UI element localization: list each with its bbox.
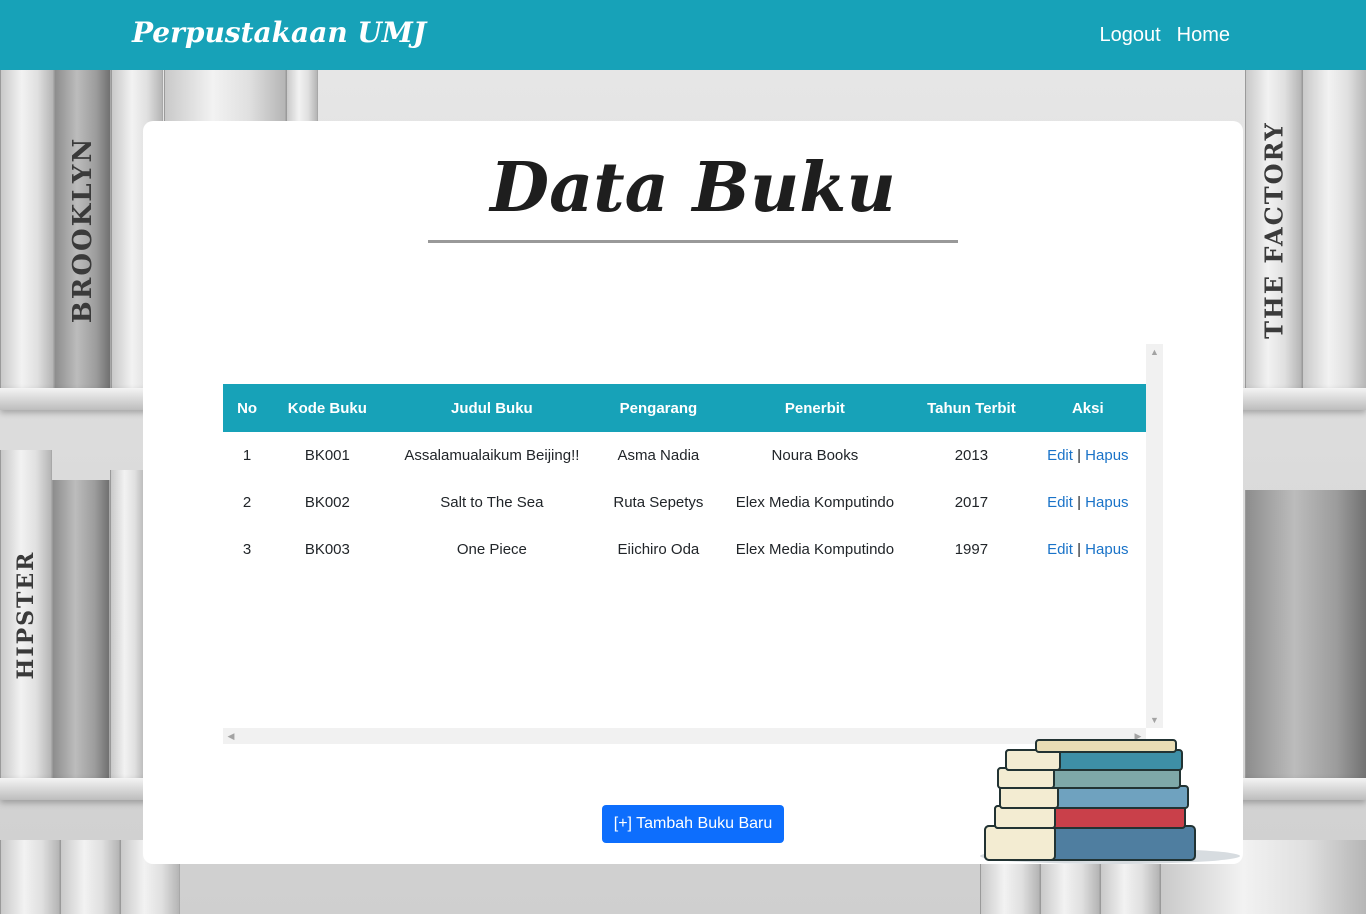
title-divider [428, 240, 958, 243]
book-spine [60, 840, 120, 914]
scroll-up-icon[interactable]: ▲ [1146, 344, 1163, 360]
cell-tahun: 1997 [954, 541, 989, 558]
logout-link[interactable]: Logout [1099, 24, 1160, 47]
edit-link[interactable]: Edit [1047, 447, 1073, 464]
book-spine: HIPSTER [0, 450, 52, 780]
edit-link[interactable]: Edit [1047, 494, 1073, 511]
edit-link[interactable]: Edit [1047, 541, 1073, 558]
cell-kode: BK002 [304, 494, 350, 511]
action-separator: | [1077, 541, 1081, 558]
cell-tahun: 2017 [954, 494, 989, 511]
col-header-judul-buku: Judul Buku [383, 384, 601, 432]
nav-links: Logout Home [1099, 24, 1230, 47]
cell-no: 2 [242, 494, 252, 511]
cell-aksi: Edit | Hapus [1030, 432, 1146, 479]
table-row: 1 BK001 Assalamualaikum Beijing!! Asma N… [223, 432, 1146, 479]
cell-no: 3 [242, 541, 252, 558]
cell-tahun: 2013 [954, 447, 989, 464]
cell-penerbit: Elex Media Komputindo [735, 494, 895, 511]
hapus-link[interactable]: Hapus [1085, 447, 1128, 464]
book-spine-text: BROOKLYN [67, 136, 98, 324]
book-spine [1302, 70, 1366, 390]
cell-aksi: Edit | Hapus [1030, 479, 1146, 526]
col-header-kode-buku: Kode Buku [271, 384, 384, 432]
scroll-left-icon[interactable]: ◀ [223, 728, 239, 744]
cell-judul: Salt to The Sea [440, 494, 544, 511]
cell-kode: BK003 [304, 541, 350, 558]
cell-pengarang: Eiichiro Oda [617, 541, 700, 558]
col-header-aksi: Aksi [1029, 384, 1146, 432]
book-spine-text: THE FACTORY [1259, 121, 1288, 339]
table-header-row: No Kode Buku Judul Buku Pengarang Penerb… [223, 384, 1146, 432]
cell-judul: Assalamualaikum Beijing!! [404, 447, 580, 464]
navbar: Perpustakaan UMJ Logout Home [0, 0, 1366, 70]
book-spine [52, 480, 110, 780]
cell-aksi: Edit | Hapus [1030, 526, 1146, 573]
col-header-tahun-terbit: Tahun Terbit [913, 384, 1030, 432]
table-row: 3 BK003 One Piece Eiichiro Oda Elex Medi… [223, 526, 1146, 573]
cell-judul: One Piece [456, 541, 527, 558]
book-spine-text: HIPSTER [13, 550, 39, 680]
hapus-link[interactable]: Hapus [1085, 494, 1128, 511]
book-spine [110, 470, 146, 780]
table-scroll-container[interactable]: No Kode Buku Judul Buku Pengarang Penerb… [223, 344, 1163, 744]
col-header-pengarang: Pengarang [600, 384, 717, 432]
book-spine [0, 840, 60, 914]
action-separator: | [1077, 494, 1081, 511]
col-header-penerbit: Penerbit [716, 384, 914, 432]
cell-pengarang: Asma Nadia [617, 447, 700, 464]
page-title: Data Buku [490, 148, 896, 228]
cell-no: 1 [242, 447, 252, 464]
action-separator: | [1077, 447, 1081, 464]
cell-kode: BK001 [304, 447, 350, 464]
col-header-no: No [223, 384, 272, 432]
book-spine [0, 70, 54, 390]
cell-pengarang: Ruta Sepetys [613, 494, 704, 511]
books-table: No Kode Buku Judul Buku Pengarang Penerb… [223, 384, 1146, 573]
vertical-scrollbar[interactable]: ▲ ▼ [1146, 344, 1163, 728]
hapus-link[interactable]: Hapus [1085, 541, 1128, 558]
brand-logo-text[interactable]: Perpustakaan UMJ [132, 16, 426, 49]
illustrated-book [1245, 490, 1366, 780]
home-link[interactable]: Home [1177, 24, 1230, 47]
cell-penerbit: Elex Media Komputindo [735, 541, 895, 558]
scroll-down-icon[interactable]: ▼ [1146, 712, 1163, 728]
cell-penerbit: Noura Books [771, 447, 859, 464]
stack-of-books-illustration [980, 739, 1240, 864]
table-row: 2 BK002 Salt to The Sea Ruta Sepetys Ele… [223, 479, 1146, 526]
book-spine: BROOKLYN [54, 70, 111, 390]
book-spine: THE FACTORY [1245, 70, 1302, 390]
add-book-button[interactable]: [+] Tambah Buku Baru [602, 805, 784, 843]
